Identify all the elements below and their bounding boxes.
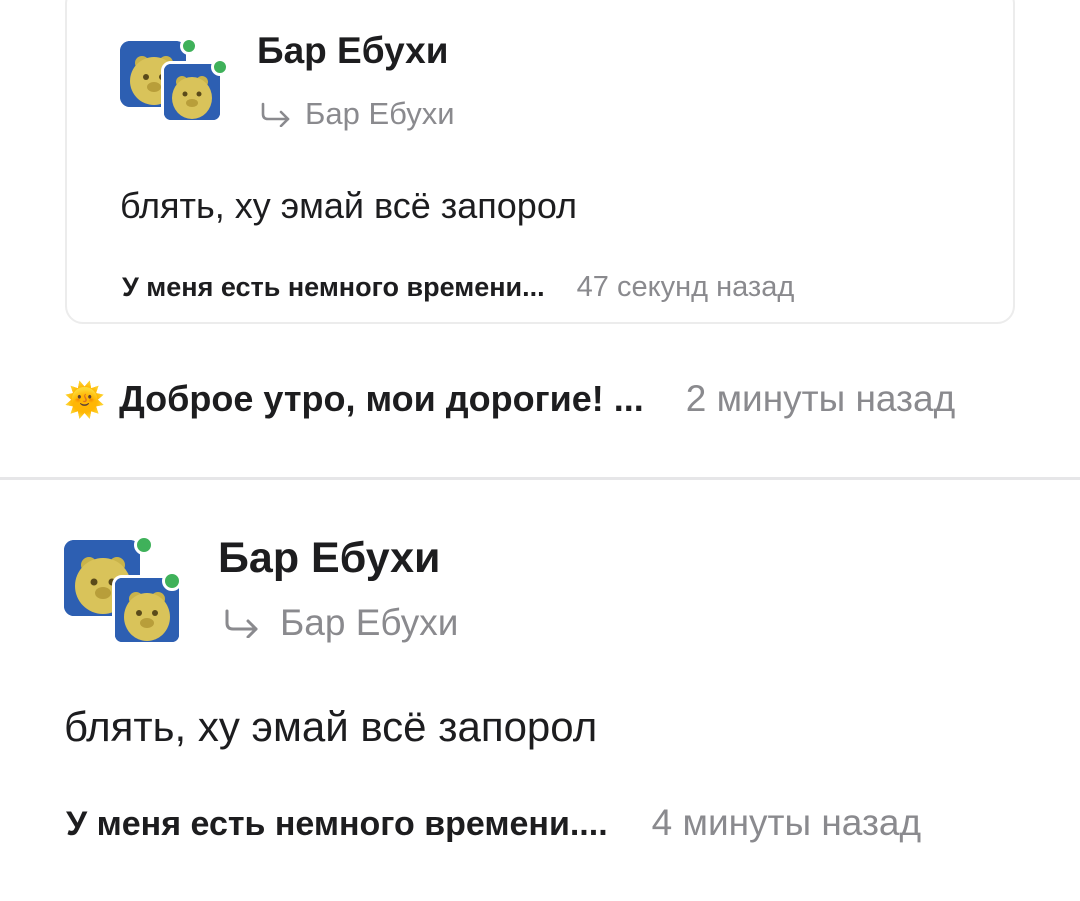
online-status-dot <box>180 37 198 55</box>
thread-meta: У меня есть немного времени... 47 секунд… <box>122 271 972 304</box>
reply-to-name: Бар Ебухи <box>280 602 459 643</box>
thread-title[interactable]: У меня есть немного времени... <box>122 272 545 303</box>
feed: Бар Ебухи Бар Ебухи блять, ху эмай всё з… <box>0 0 1080 901</box>
divider <box>0 477 1080 480</box>
quoted-post-card[interactable]: Бар Ебухи Бар Ебухи блять, ху эмай всё з… <box>65 0 1015 324</box>
timestamp: 47 секунд назад <box>576 271 795 303</box>
thread-title[interactable]: У меня есть немного времени.... <box>66 805 608 844</box>
reply-arrow-icon <box>225 609 258 638</box>
message-text: блять, ху эмай всё запорол <box>64 703 598 750</box>
reply-arrow-icon <box>261 102 290 127</box>
avatar-stack[interactable] <box>120 37 229 136</box>
thread-meta: У меня есть немного времени.... 4 минуты… <box>66 802 921 844</box>
online-status-dot <box>134 535 154 555</box>
reply-to[interactable]: Бар Ебухи <box>259 96 455 132</box>
thread-title[interactable]: Доброе утро, мои дорогие! ... <box>119 378 644 420</box>
online-status-dot <box>211 58 229 76</box>
reply-to[interactable]: Бар Ебухи <box>222 602 458 644</box>
message-text: блять, ху эмай всё запорол <box>120 185 578 226</box>
timestamp: 2 минуты назад <box>685 378 956 419</box>
avatar-stack[interactable] <box>64 535 189 650</box>
bear-avatar-image <box>164 64 220 120</box>
thread-row[interactable]: 🌞 Доброе утро, мои дорогие! ... 2 минуты… <box>64 378 955 420</box>
author-name[interactable]: Бар Ебухи <box>257 30 448 72</box>
author-name[interactable]: Бар Ебухи <box>218 534 441 583</box>
reply-to-name: Бар Ебухи <box>305 96 455 131</box>
online-status-dot <box>162 571 182 591</box>
sun-emoji-icon: 🌞 <box>64 381 106 418</box>
timestamp: 4 минуты назад <box>651 802 922 843</box>
